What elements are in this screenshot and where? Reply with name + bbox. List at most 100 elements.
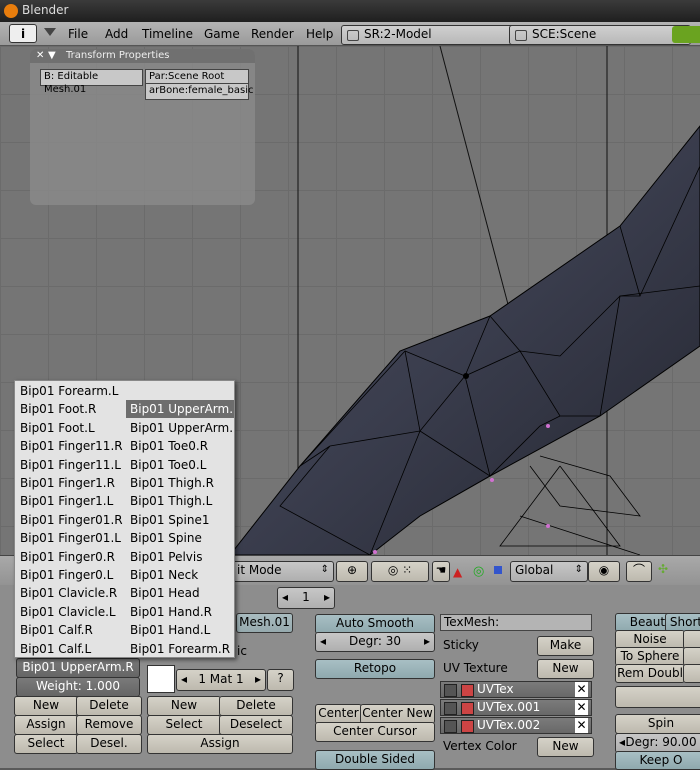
- retopo-toggle[interactable]: Retopo: [315, 659, 435, 679]
- material-deselect-button[interactable]: Deselect: [219, 715, 293, 735]
- uv-active-render-icon[interactable]: [444, 702, 457, 715]
- auto-smooth-toggle[interactable]: Auto Smooth: [315, 614, 435, 634]
- spin-degree-field[interactable]: ◂ Degr: 90.00: [615, 733, 700, 753]
- uv-layer-delete-icon[interactable]: ✕: [575, 682, 588, 697]
- menu-collapse-triangle-icon[interactable]: [44, 28, 56, 36]
- translate-manipulator-icon[interactable]: ▲: [453, 565, 462, 579]
- transform-panel-header[interactable]: ✕ ▼ Transform Properties: [30, 49, 255, 63]
- bone-menu-item[interactable]: Bip01 Finger11.L: [16, 456, 124, 474]
- bone-menu-item[interactable]: Bip01 Spine1: [126, 511, 234, 529]
- bone-menu-item[interactable]: Bip01 Finger01.R: [16, 511, 124, 529]
- orientation-selector[interactable]: Global ⇕: [510, 561, 588, 582]
- texmesh-label[interactable]: TexMesh:: [444, 615, 499, 629]
- spin-degr-decrement-icon[interactable]: ◂: [619, 734, 625, 750]
- bone-menu-item[interactable]: Bip01 Clavicle.L: [16, 603, 124, 621]
- mode-label[interactable]: it Mode: [237, 563, 282, 577]
- snap-icon[interactable]: ⌒: [626, 561, 652, 582]
- limit-field[interactable]: [683, 664, 700, 683]
- bone-menu-item[interactable]: Bip01 UpperArm.L: [126, 419, 234, 437]
- bone-menu-item[interactable]: Bip01 Finger0.R: [16, 548, 124, 566]
- bone-menu-item[interactable]: Bip01 Clavicle.R: [16, 584, 124, 602]
- uv-layer-row[interactable]: UVTex.001 ✕: [440, 699, 592, 716]
- uv-layer-row[interactable]: UVTex ✕: [440, 681, 592, 698]
- bone-menu-item[interactable]: Bip01 Finger11.R: [16, 437, 124, 455]
- layer-icons[interactable]: ✣: [658, 562, 700, 581]
- bone-menu-item[interactable]: Bip01 Thigh.R: [126, 474, 234, 492]
- menu-help[interactable]: Help: [306, 27, 333, 41]
- bone-menu-item[interactable]: Bip01 Forearm.R: [126, 640, 234, 658]
- extra-button[interactable]: [615, 686, 700, 708]
- bone-menu-item[interactable]: Bip01 Foot.R: [16, 400, 124, 418]
- orientation-label[interactable]: Global: [515, 563, 553, 577]
- material-select-button[interactable]: Select: [147, 715, 221, 735]
- vgroup-delete-button[interactable]: Delete: [76, 696, 142, 716]
- frame-decrement-icon[interactable]: ◂: [282, 588, 288, 606]
- uv-texture-new-button[interactable]: New: [537, 659, 594, 679]
- draw-type-selector[interactable]: ◎ ⁙: [371, 561, 429, 582]
- uv-layer-icon[interactable]: [461, 702, 474, 715]
- material-delete-button[interactable]: Delete: [219, 696, 293, 716]
- material-index-value[interactable]: 1 Mat 1: [198, 672, 243, 686]
- vertex-group-name[interactable]: Bip01 UpperArm.R: [22, 660, 133, 674]
- double-sided-toggle[interactable]: Double Sided: [315, 750, 435, 770]
- smooth-degree-field[interactable]: ◂ Degr: 30 ▸: [315, 632, 435, 652]
- bone-menu-item[interactable]: Bip01 Thigh.L: [126, 492, 234, 510]
- uv-layer-delete-icon[interactable]: ✕: [575, 718, 588, 733]
- center-cursor-button[interactable]: Center Cursor: [315, 722, 435, 742]
- menu-add[interactable]: Add: [105, 27, 128, 41]
- hand-icon[interactable]: ☚: [432, 561, 450, 582]
- bone-menu-item[interactable]: Bip01 Head: [126, 584, 234, 602]
- mesh-datablock-field[interactable]: Mesh.01: [236, 613, 293, 633]
- uv-layer-row[interactable]: UVTex.002 ✕: [440, 717, 592, 734]
- bone-menu-item[interactable]: Bip01 Calf.R: [16, 621, 124, 639]
- bone-menu-item[interactable]: Bip01 Forearm.L: [16, 382, 124, 400]
- info-icon[interactable]: i: [9, 24, 37, 43]
- bone-menu-item[interactable]: Bip01 Finger1.R: [16, 474, 124, 492]
- remove-doubles-button[interactable]: Rem Doubl: [615, 664, 685, 683]
- vgroup-remove-button[interactable]: Remove: [76, 715, 142, 735]
- mesh-name-field[interactable]: B: Editable Mesh.01: [40, 69, 143, 95]
- degr-increment-icon[interactable]: ▸: [424, 633, 430, 649]
- uv-layer-icon[interactable]: [461, 720, 474, 733]
- bone-menu-item[interactable]: Bip01 Finger1.L: [16, 492, 124, 510]
- pivot-selector[interactable]: ⊕: [336, 561, 368, 582]
- scene-name[interactable]: SCE:Scene: [532, 27, 596, 41]
- texmesh-field[interactable]: TexMesh:: [440, 614, 592, 631]
- vertex-color-new-button[interactable]: New: [537, 737, 594, 757]
- bone-menu-item[interactable]: Bip01 Pelvis: [126, 548, 234, 566]
- frame-value[interactable]: 1: [302, 590, 310, 604]
- uv-layer-delete-icon[interactable]: ✕: [575, 700, 588, 715]
- bone-menu-item[interactable]: Bip01 Finger0.L: [16, 566, 124, 584]
- keep-original-toggle[interactable]: Keep O: [615, 751, 700, 770]
- material-help-button[interactable]: ?: [267, 669, 294, 691]
- rotate-manipulator-icon[interactable]: ◎: [473, 564, 484, 579]
- scene-browse-icon[interactable]: [515, 30, 527, 41]
- bone-menu-item[interactable]: Bip01 Finger01.L: [16, 529, 124, 547]
- material-index-field[interactable]: ◂ 1 Mat 1 ▸: [176, 669, 266, 691]
- bone-menu-item[interactable]: Bip01 Spine: [126, 529, 234, 547]
- material-assign-button[interactable]: Assign: [147, 734, 293, 754]
- uv-active-render-icon[interactable]: [444, 684, 457, 697]
- center-button[interactable]: Center: [315, 704, 362, 724]
- vgroup-deselect-button[interactable]: Desel.: [76, 734, 142, 754]
- uv-layer-name[interactable]: UVTex.001: [477, 700, 540, 714]
- panel-close-icon[interactable]: ✕: [36, 49, 44, 63]
- material-new-button[interactable]: New: [147, 696, 221, 716]
- uv-layer-name[interactable]: UVTex: [477, 682, 514, 696]
- screen-browse-icon[interactable]: [347, 30, 359, 41]
- weight-field[interactable]: Weight: 1.000: [16, 677, 140, 697]
- uv-layer-name[interactable]: UVTex.002: [477, 718, 540, 732]
- menu-render[interactable]: Render: [251, 27, 294, 41]
- bone-menu-item[interactable]: Bip01 Toe0.R: [126, 437, 234, 455]
- smooth-degree-value[interactable]: Degr: 30: [349, 634, 401, 648]
- scale-manipulator-icon[interactable]: [494, 566, 502, 574]
- sticky-make-button[interactable]: Make: [537, 636, 594, 656]
- vertex-group-selector[interactable]: Bip01 UpperArm.R: [16, 658, 140, 678]
- menu-game[interactable]: Game: [204, 27, 240, 41]
- vgroup-select-button[interactable]: Select: [14, 734, 78, 754]
- frame-field[interactable]: ◂ 1 ▸: [277, 587, 335, 609]
- menu-timeline[interactable]: Timeline: [142, 27, 193, 41]
- scene-selector[interactable]: SCE:Scene ✕: [509, 25, 691, 45]
- vgroup-new-button[interactable]: New: [14, 696, 78, 716]
- bone-menu-item[interactable]: Bip01 Neck: [126, 566, 234, 584]
